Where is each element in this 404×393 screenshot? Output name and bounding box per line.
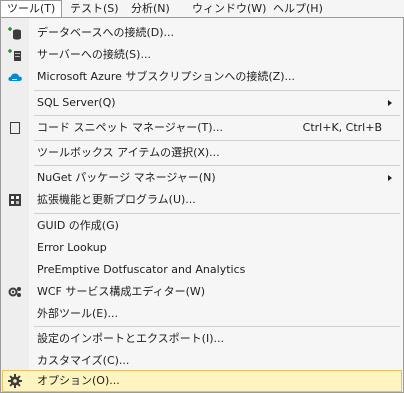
menubar-item-window[interactable]: ウィンドウ(W) (186, 0, 272, 18)
menu-item-label: ツールボックス アイテムの選択(X)... (37, 146, 220, 159)
menu-separator (34, 213, 400, 214)
menu-item-label: Microsoft Azure サブスクリプションへの接続(Z)... (37, 70, 295, 83)
menu-item-label: SQL Server(Q) (37, 96, 116, 109)
connect-server-icon (7, 47, 23, 63)
menu-item-label: オプション(O)... (37, 374, 120, 387)
menu-separator (34, 115, 400, 116)
menu-item-import-export-settings[interactable]: 設定のインポートとエクスポート(I)... (2, 328, 402, 350)
submenu-arrow-icon (388, 100, 392, 106)
menu-item-label: NuGet パッケージ マネージャー(N) (37, 171, 216, 184)
menubar-item-analyze[interactable]: 分析(N) (125, 0, 176, 18)
menu-item-label: 設定のインポートとエクスポート(I)... (37, 332, 224, 345)
menu-item-shortcut: Ctrl+K, Ctrl+B (302, 121, 382, 134)
menu-item-label: 拡張機能と更新プログラム(U)... (37, 193, 196, 206)
menu-item-options[interactable]: オプション(O)... (2, 370, 402, 392)
submenu-arrow-icon (388, 175, 392, 181)
wcf-config-icon (7, 284, 23, 300)
azure-cloud-icon (7, 69, 23, 85)
menu-item-label: 外部ツール(E)... (37, 307, 119, 320)
connect-database-icon (7, 25, 23, 41)
menu-item-label: GUID の作成(G) (37, 219, 119, 232)
menu-item-nuget-package-manager[interactable]: NuGet パッケージ マネージャー(N) (2, 167, 402, 189)
menu-item-external-tools[interactable]: 外部ツール(E)... (2, 303, 402, 325)
menubar-item-tools[interactable]: ツール(T) (0, 0, 63, 18)
tools-dropdown-menu: データベースへの接続(D)... サーバーへの接続(S)... Microsof… (0, 17, 404, 393)
menu-item-label: PreEmptive Dotfuscator and Analytics (37, 263, 246, 276)
menu-item-choose-toolbox-items[interactable]: ツールボックス アイテムの選択(X)... (2, 142, 402, 164)
extensions-icon (7, 192, 23, 208)
menu-bar: ツール(T) テスト(S) 分析(N) ウィンドウ(W) ヘルプ(H) (0, 0, 404, 18)
menu-item-label: サーバーへの接続(S)... (37, 48, 151, 61)
menu-item-label: コード スニペット マネージャー(T)... (37, 121, 224, 134)
menu-item-error-lookup[interactable]: Error Lookup (2, 237, 402, 259)
menubar-item-test[interactable]: テスト(S) (64, 0, 125, 18)
menu-item-label: データベースへの接続(D)... (37, 26, 174, 39)
menu-item-connect-azure[interactable]: Microsoft Azure サブスクリプションへの接続(Z)... (2, 66, 402, 88)
menu-item-extensions-updates[interactable]: 拡張機能と更新プログラム(U)... (2, 189, 402, 211)
menu-separator (34, 90, 400, 91)
menu-item-label: WCF サービス構成エディター(W) (37, 285, 206, 298)
menu-separator (34, 326, 400, 327)
gear-icon (7, 373, 23, 389)
menubar-item-help[interactable]: ヘルプ(H) (267, 0, 329, 18)
menu-item-label: カスタマイズ(C)... (37, 354, 130, 367)
menu-separator (34, 140, 400, 141)
code-snippet-icon (7, 120, 23, 136)
menu-item-label: Error Lookup (37, 241, 107, 254)
menu-item-code-snippet-manager[interactable]: コード スニペット マネージャー(T)... Ctrl+K, Ctrl+B (2, 117, 402, 139)
menu-item-sql-server[interactable]: SQL Server(Q) (2, 92, 402, 114)
menu-item-create-guid[interactable]: GUID の作成(G) (2, 215, 402, 237)
menu-item-connect-server[interactable]: サーバーへの接続(S)... (2, 44, 402, 66)
menu-item-preemptive-dotfuscator[interactable]: PreEmptive Dotfuscator and Analytics (2, 259, 402, 281)
menu-separator (34, 165, 400, 166)
menu-item-customize[interactable]: カスタマイズ(C)... (2, 350, 402, 372)
menu-item-connect-database[interactable]: データベースへの接続(D)... (2, 22, 402, 44)
menu-item-wcf-config-editor[interactable]: WCF サービス構成エディター(W) (2, 281, 402, 303)
